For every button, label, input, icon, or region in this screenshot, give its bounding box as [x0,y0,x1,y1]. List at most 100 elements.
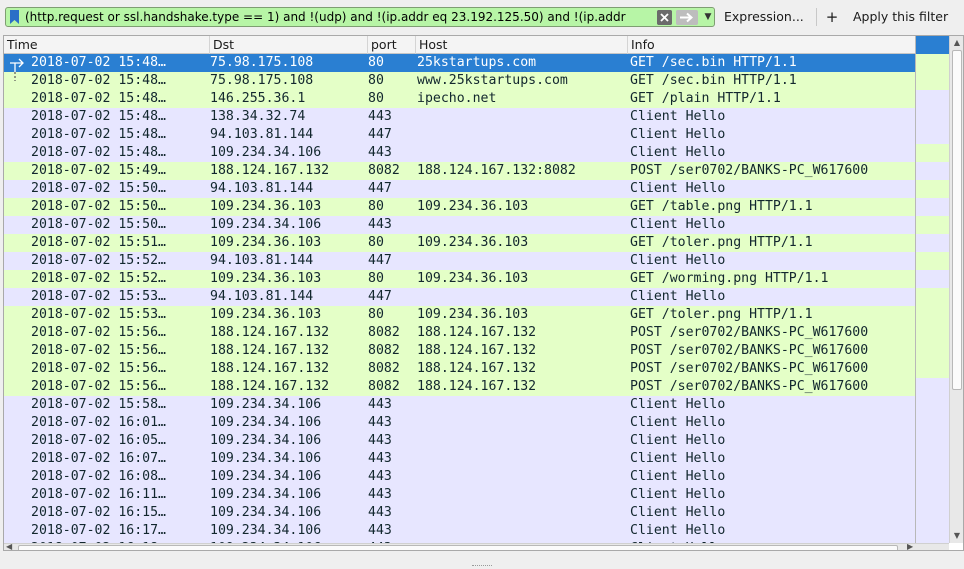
packet-map-mark [916,378,949,396]
packet-time: 2018-07-02 15:50… [31,181,166,196]
related-packet-arrow-icon [10,58,24,72]
horizontal-scroll-thumb[interactable] [18,545,898,550]
splitter-grip-icon[interactable] [472,565,492,568]
packet-row[interactable]: 2018-07-02 15:49… 188.124.167.132 8082 188.… [4,162,915,180]
scroll-left-icon[interactable]: ◀ [6,542,12,550]
packet-row[interactable]: 2018-07-02 15:48… 75.98.175.108 80 25kstart… [4,54,915,72]
filter-toolbar: (http.request or ssl.handshake.type == 1… [0,0,964,33]
packet-row[interactable]: 2018-07-02 16:01… 109.234.34.106 443 Client… [4,414,915,432]
packet-map-mark [916,234,949,252]
add-filter-button[interactable]: + [825,8,839,26]
packet-port: 443 [368,433,392,448]
packet-time: 2018-07-02 15:56… [31,379,166,394]
packet-info: GET /sec.bin HTTP/1.1 [630,55,797,70]
packet-port: 443 [368,397,392,412]
packet-map-mark [916,126,949,144]
packet-row[interactable]: 2018-07-02 15:48… 138.34.32.74 443 Client H… [4,108,915,126]
packet-host [417,414,627,432]
pane-splitter[interactable] [0,552,964,569]
packet-row[interactable]: 2018-07-02 15:50… 109.234.36.103 80 109.234… [4,198,915,216]
packet-host [417,504,627,522]
packet-map-mark [916,198,949,216]
vertical-scrollbar[interactable]: ▲ ▼ [949,36,963,543]
packet-info: GET /toler.png HTTP/1.1 [630,235,813,250]
packet-host [417,432,627,450]
apply-arrow-icon[interactable] [676,10,698,25]
bookmark-icon[interactable] [9,10,20,24]
packet-row[interactable]: 2018-07-02 16:08… 109.234.34.106 443 Client… [4,468,915,486]
packet-row[interactable]: 2018-07-02 16:05… 109.234.34.106 443 Client… [4,432,915,450]
packet-map-mark [916,486,949,504]
column-header-info[interactable]: Info [628,36,915,54]
clear-filter-icon[interactable] [657,10,672,25]
packet-row[interactable]: 2018-07-02 15:50… 109.234.34.106 443 Client… [4,216,915,234]
packet-row[interactable]: 2018-07-02 15:56… 188.124.167.132 8082 188.… [4,324,915,342]
chevron-down-icon[interactable]: ▼ [703,11,713,23]
packet-map[interactable] [915,36,949,543]
packet-port: 443 [368,217,392,232]
packet-host [417,108,627,126]
apply-filter-button[interactable]: Apply this filter [847,8,954,26]
packet-time: 2018-07-02 16:05… [31,433,166,448]
packet-dst: 109.234.36.103 [210,271,322,286]
packet-row[interactable]: 2018-07-02 15:56… 188.124.167.132 8082 188.… [4,342,915,360]
scroll-right-icon[interactable]: ▶ [907,542,913,550]
packet-dst: 109.234.36.103 [210,307,322,322]
packet-port: 8082 [368,379,400,394]
packet-time: 2018-07-02 15:56… [31,343,166,358]
packet-row[interactable]: 2018-07-02 15:52… 94.103.81.144 447 Client … [4,252,915,270]
packet-row[interactable]: 2018-07-02 15:48… 75.98.175.108 80 www.25ks… [4,72,915,90]
column-header-host[interactable]: Host [416,36,628,54]
packet-row[interactable]: 2018-07-02 15:48… 109.234.34.106 443 Client… [4,144,915,162]
packet-port: 443 [368,487,392,502]
column-header-dst[interactable]: Dst [210,36,368,54]
packet-map-mark [916,108,949,126]
packet-row[interactable]: 2018-07-02 16:15… 109.234.34.106 443 Client… [4,504,915,522]
display-filter-input[interactable]: (http.request or ssl.handshake.type == 1… [5,7,715,27]
packet-time: 2018-07-02 15:50… [31,199,166,214]
column-header-time[interactable]: Time [4,36,210,54]
column-header-port[interactable]: port [368,36,416,54]
packet-row[interactable]: 2018-07-02 15:53… 109.234.36.103 80 109.234… [4,306,915,324]
packet-row[interactable]: 2018-07-02 15:48… 94.103.81.144 447 Client … [4,126,915,144]
packet-row[interactable]: 2018-07-02 16:11… 109.234.34.106 443 Client… [4,486,915,504]
packet-host [417,450,627,468]
packet-host [417,252,627,270]
packet-port: 443 [368,109,392,124]
packet-info: Client Hello [630,289,726,304]
packet-row[interactable]: 2018-07-02 15:58… 109.234.34.106 443 Client… [4,396,915,414]
packet-time: 2018-07-02 15:52… [31,253,166,268]
packet-dst: 94.103.81.144 [210,181,314,196]
packet-host: 188.124.167.132 [417,343,537,358]
packet-host [417,396,627,414]
packet-row[interactable]: 2018-07-02 15:56… 188.124.167.132 8082 188.… [4,360,915,378]
packet-map-mark [916,468,949,486]
packet-dst: 109.234.34.106 [210,451,322,466]
packet-row[interactable]: 2018-07-02 15:52… 109.234.36.103 80 109.234… [4,270,915,288]
packet-time: 2018-07-02 16:15… [31,505,166,520]
expression-button[interactable]: Expression... [718,8,810,26]
packet-info: Client Hello [630,415,726,430]
vertical-scroll-thumb[interactable] [952,50,962,390]
packet-row[interactable]: 2018-07-02 15:48… 146.255.36.1 80 ipecho.ne… [4,90,915,108]
scroll-up-icon[interactable]: ▲ [950,37,963,49]
packet-row[interactable]: 2018-07-02 16:17… 109.234.34.106 443 Client… [4,522,915,540]
packet-host: ipecho.net [417,91,497,106]
packet-host: www.25kstartups.com [417,73,568,88]
horizontal-scrollbar[interactable]: ◀ ▶ [4,542,949,550]
packet-row[interactable]: 2018-07-02 15:53… 94.103.81.144 447 Client … [4,288,915,306]
packet-time: 2018-07-02 15:53… [31,307,166,322]
packet-time: 2018-07-02 16:01… [31,415,166,430]
packet-row[interactable]: 2018-07-02 16:07… 109.234.34.106 443 Client… [4,450,915,468]
packet-row[interactable]: 2018-07-02 15:51… 109.234.36.103 80 109.234… [4,234,915,252]
packet-map-mark [916,36,949,54]
scroll-down-icon[interactable]: ▼ [950,530,963,542]
packet-time: 2018-07-02 15:52… [31,271,166,286]
packet-map-mark [916,90,949,108]
packet-row[interactable]: 2018-07-02 15:50… 94.103.81.144 447 Client … [4,180,915,198]
filter-expression-text[interactable]: (http.request or ssl.handshake.type == 1… [25,9,655,26]
packet-dst: 188.124.167.132 [210,163,330,178]
packet-host: 25kstartups.com [417,55,537,70]
packet-list-header: Time Dst port Host Info [4,36,915,54]
packet-row[interactable]: 2018-07-02 15:56… 188.124.167.132 8082 188.… [4,378,915,396]
